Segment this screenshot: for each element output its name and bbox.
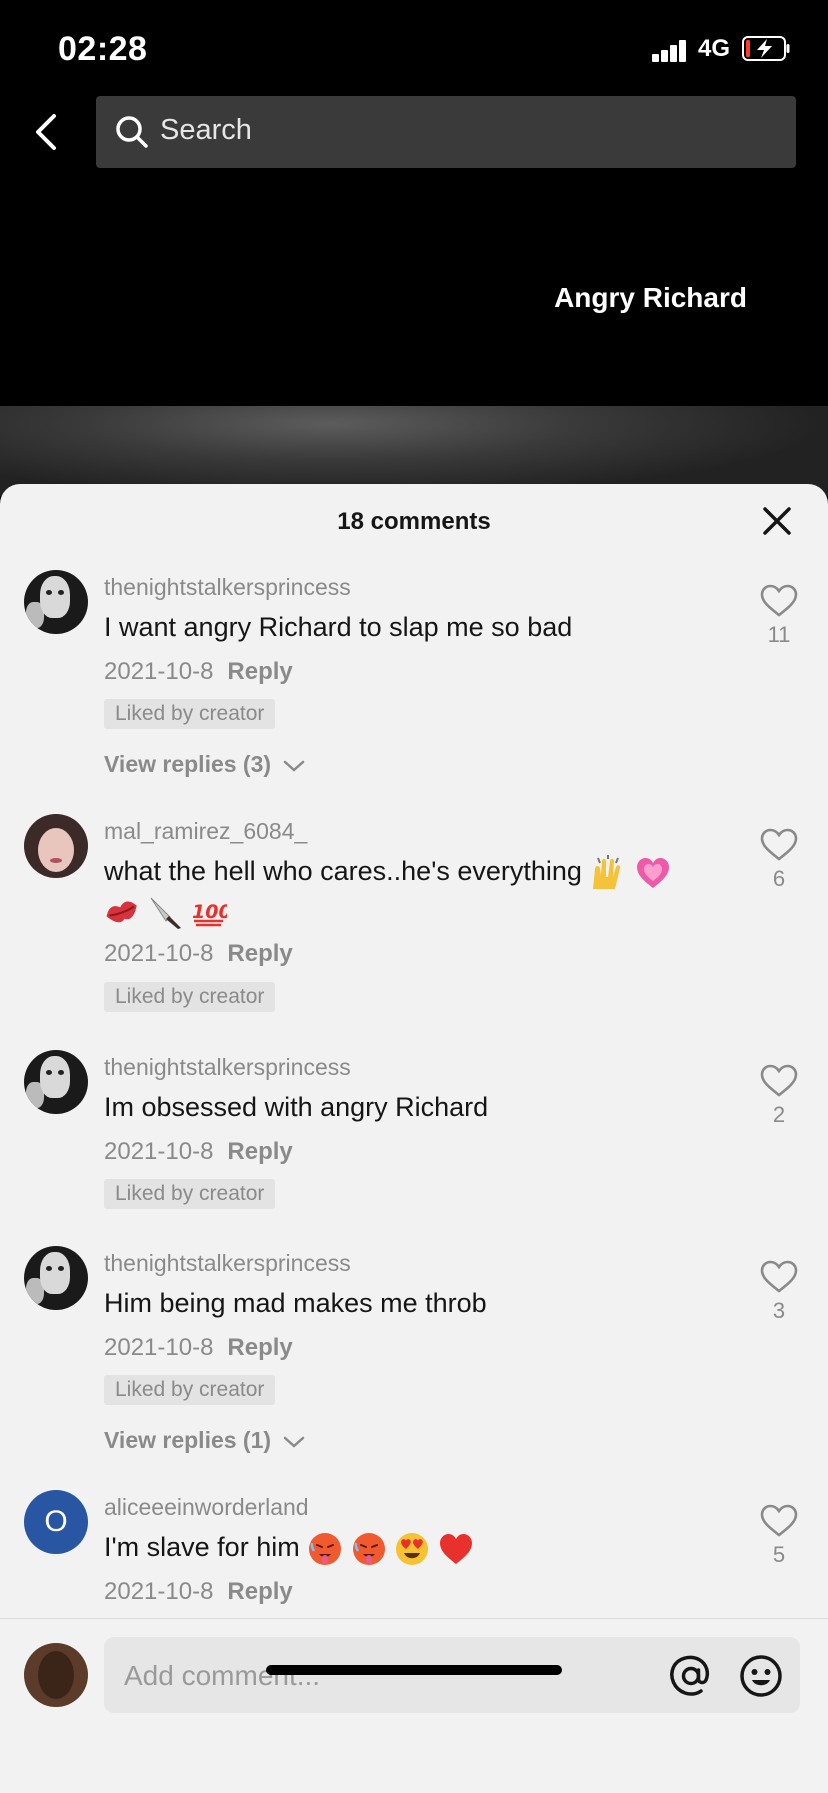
liked-by-creator-badge: Liked by creator	[104, 1179, 276, 1209]
view-replies-label: View replies (1)	[104, 1427, 272, 1453]
chevron-down-icon	[284, 1436, 305, 1448]
video-caption: Angry Richard	[554, 282, 747, 313]
avatar[interactable]	[24, 1050, 88, 1114]
comment-date: 2021-10-8	[104, 1578, 214, 1605]
status-time: 02:28	[58, 30, 148, 68]
kiss-mark-emoji-icon	[106, 901, 137, 922]
like-count: 3	[772, 1298, 786, 1323]
comment-text: I'm slave for him	[104, 1528, 724, 1567]
red-heart-emoji-icon	[439, 1533, 472, 1564]
current-user-avatar	[24, 1643, 88, 1707]
view-replies-label: View replies (3)	[104, 751, 272, 777]
heart-icon[interactable]	[760, 1504, 798, 1538]
comment-username[interactable]: thenightstalkersprincess	[104, 1054, 351, 1081]
comment-username[interactable]: mal_ramirez_6084_	[104, 818, 307, 845]
view-replies-button[interactable]: View replies (3)	[104, 751, 305, 778]
heart-icon[interactable]	[760, 584, 798, 618]
comment-text-body: what the hell who cares..he's everything	[104, 856, 582, 886]
comment-date: 2021-10-8	[104, 1334, 214, 1361]
reply-button[interactable]: Reply	[227, 1578, 292, 1605]
avatar[interactable]	[24, 1246, 88, 1310]
cellular-signal-icon	[652, 38, 688, 62]
comment-date: 2021-10-8	[104, 940, 214, 967]
status-bar: 02:28 4G	[0, 0, 828, 100]
liked-by-creator-badge: Liked by creator	[104, 699, 276, 729]
comment-input-container	[104, 1637, 800, 1715]
comments-count-title: 18 comments	[337, 508, 491, 535]
like-count: 5	[772, 1542, 786, 1567]
home-indicator[interactable]	[266, 1665, 562, 1675]
hot-face-emoji-icon	[352, 1532, 385, 1565]
hundred-points-emoji-icon: 100	[192, 901, 227, 926]
liked-by-creator-badge: Liked by creator	[104, 1375, 276, 1405]
comment-username[interactable]: thenightstalkersprincess	[104, 574, 351, 601]
comment-username[interactable]: thenightstalkersprincess	[104, 1250, 351, 1277]
heart-icon[interactable]	[760, 1260, 798, 1294]
like-count: 11	[767, 622, 791, 647]
comment-date: 2021-10-8	[104, 1138, 214, 1165]
avatar[interactable]	[24, 570, 88, 634]
comment-text-body: I'm slave for him	[104, 1532, 300, 1562]
heart-icon[interactable]	[760, 828, 798, 862]
like-count: 2	[772, 1102, 786, 1127]
comments-sheet: 18 comments thenightstalkersprincess I w…	[0, 484, 828, 1792]
heart-eyes-emoji-icon	[396, 1532, 429, 1565]
comment-meta: 2021-10-8 Reply	[104, 940, 293, 968]
growing-heart-emoji-icon	[636, 857, 669, 888]
comment-meta: 2021-10-8 Reply	[104, 658, 293, 686]
comment-text: what the hell who cares..he's everything…	[104, 852, 724, 929]
video-player[interactable]: Angry Richard	[0, 170, 828, 496]
comment-meta: 2021-10-8 Reply	[104, 1334, 293, 1362]
comment-username[interactable]: aliceeeinworderland	[104, 1494, 309, 1521]
comment-meta: 2021-10-8 Reply	[104, 1578, 293, 1606]
comment-text: I want angry Richard to slap me so bad	[104, 612, 573, 642]
view-replies-button[interactable]: View replies (1)	[104, 1427, 305, 1454]
network-type: 4G	[698, 35, 731, 62]
search-bar[interactable]: Search	[96, 96, 796, 168]
battery-charging-icon	[742, 36, 790, 61]
comment-date: 2021-10-8	[104, 658, 214, 685]
kitchen-knife-emoji-icon	[150, 897, 181, 929]
chevron-down-icon	[284, 760, 305, 772]
liked-by-creator-badge: Liked by creator	[104, 982, 276, 1012]
close-icon[interactable]	[760, 504, 794, 538]
avatar[interactable]: O	[24, 1490, 88, 1554]
avatar[interactable]	[24, 814, 88, 878]
hot-face-emoji-icon	[309, 1532, 342, 1565]
smiley-icon[interactable]	[738, 1653, 784, 1699]
comment-text: Im obsessed with angry Richard	[104, 1092, 489, 1122]
back-chevron-icon[interactable]	[28, 110, 68, 154]
comment-meta: 2021-10-8 Reply	[104, 1138, 293, 1166]
add-comment-input[interactable]	[122, 1637, 556, 1715]
at-sign-icon[interactable]	[668, 1653, 714, 1699]
like-count: 6	[772, 866, 786, 891]
comment-composer	[0, 1618, 828, 1793]
reply-button[interactable]: Reply	[227, 1334, 292, 1361]
svg-text:100: 100	[192, 901, 227, 923]
search-icon	[116, 116, 148, 148]
comment-text: Him being mad makes me throb	[104, 1288, 487, 1318]
reply-button[interactable]: Reply	[227, 1138, 292, 1165]
reply-button[interactable]: Reply	[227, 940, 292, 967]
reply-button[interactable]: Reply	[227, 658, 292, 685]
search-placeholder: Search	[160, 114, 252, 146]
video-frame	[0, 406, 828, 496]
raising-hands-emoji-icon	[593, 854, 621, 889]
heart-icon[interactable]	[760, 1064, 798, 1098]
